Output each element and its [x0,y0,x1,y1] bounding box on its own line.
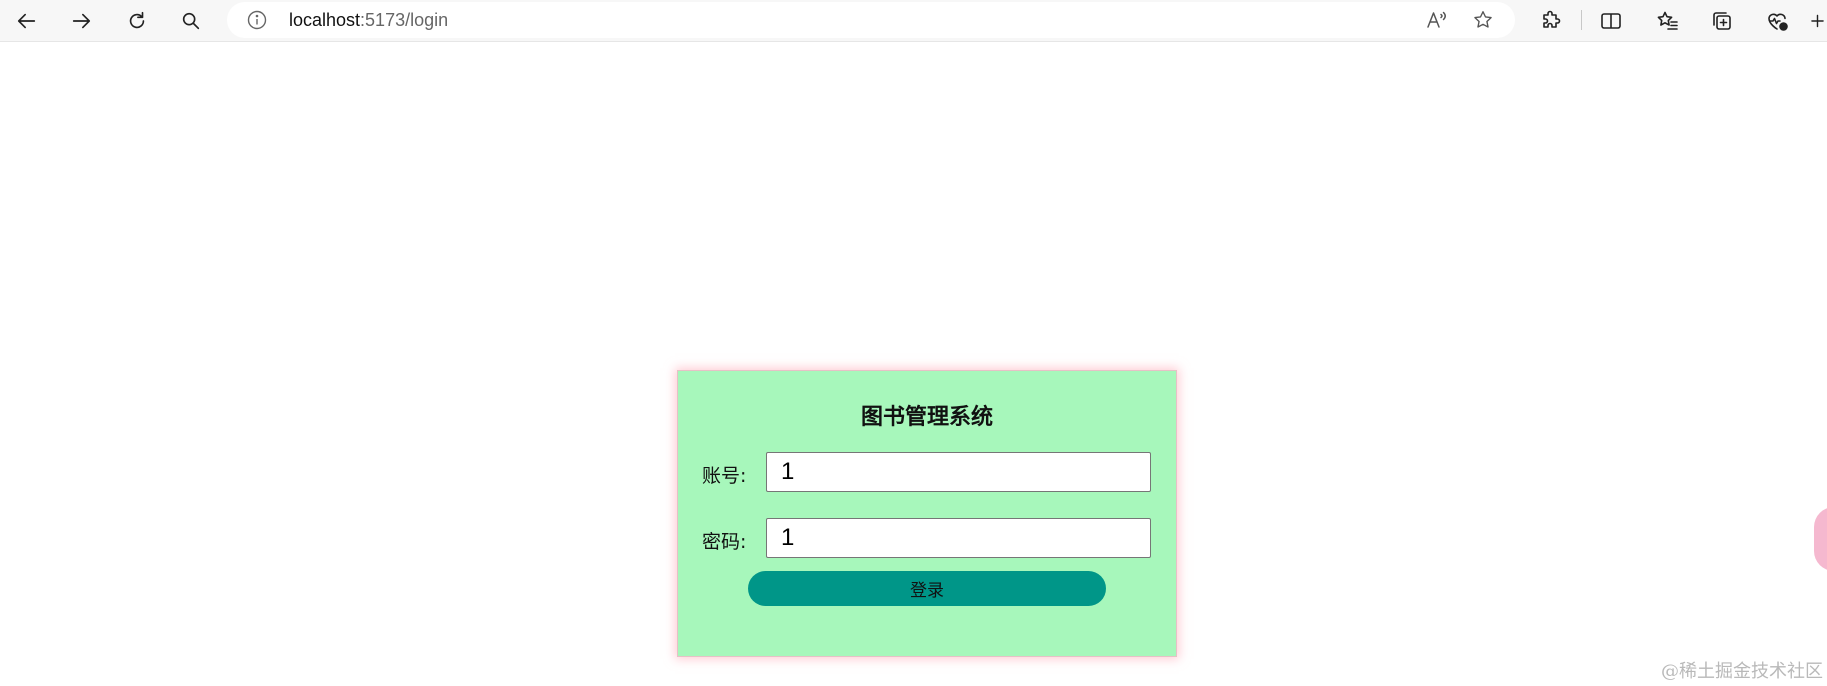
favorites-icon[interactable] [1654,7,1682,35]
login-button[interactable]: 登录 [748,571,1106,606]
url-path: :5173/login [360,10,449,30]
forward-arrow-icon[interactable] [65,6,97,36]
browser-toolbar: localhost:5173/login [0,0,1827,42]
password-label: 密码: [702,531,747,553]
split-screen-icon[interactable] [1597,7,1625,35]
address-bar[interactable]: localhost:5173/login [227,2,1515,38]
info-icon[interactable] [247,10,267,30]
account-label: 账号: [702,465,747,487]
back-arrow-icon[interactable] [11,6,43,36]
collections-icon[interactable] [1708,7,1736,35]
browser-essentials-icon[interactable] [1763,7,1791,35]
watermark: @稀土掘金技术社区 [1661,661,1823,682]
password-input[interactable] [766,518,1151,558]
page-title: 图书管理系统 [860,405,993,430]
account-input[interactable] [766,452,1151,492]
favorite-star-icon[interactable] [1471,9,1495,31]
refresh-icon[interactable] [121,6,153,36]
login-panel: 图书管理系统 账号: 密码: 登录 [677,370,1177,657]
url-text[interactable]: localhost:5173/login [289,10,448,31]
toolbar-divider [1581,10,1582,30]
url-host: localhost [289,10,361,30]
read-aloud-icon[interactable] [1425,9,1449,31]
search-icon[interactable] [175,6,207,36]
add-icon[interactable] [1808,7,1827,35]
floating-side-widget[interactable] [1814,507,1827,571]
extensions-icon[interactable] [1537,7,1565,35]
